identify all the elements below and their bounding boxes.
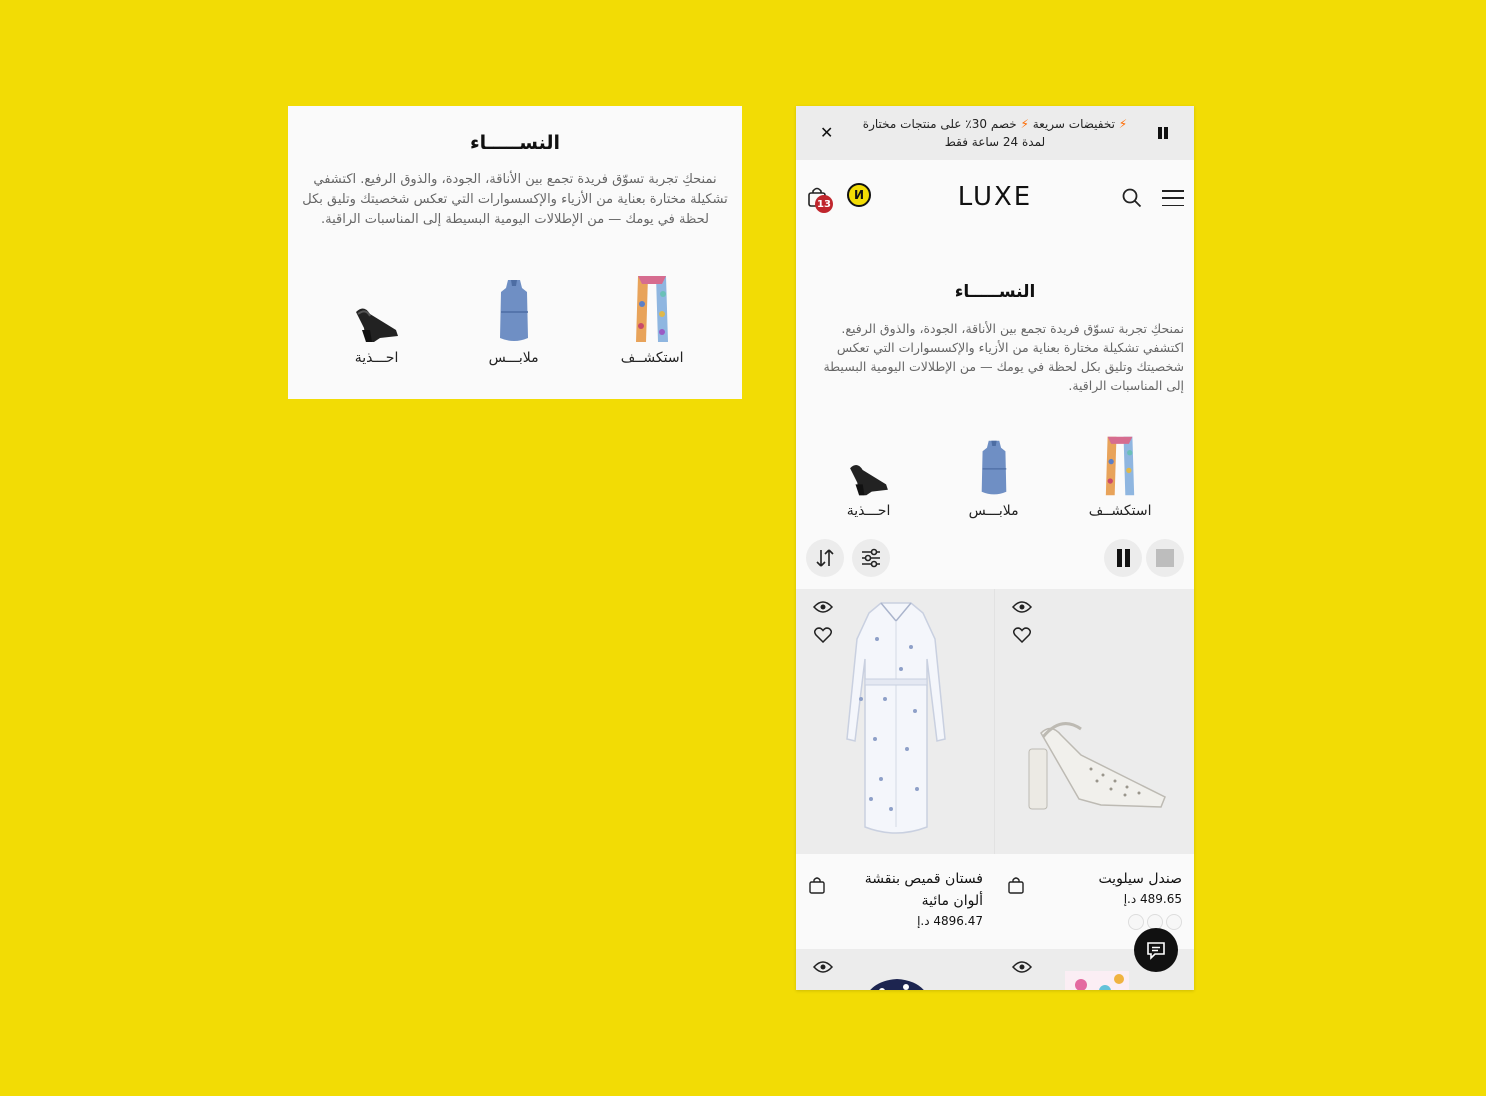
sliders-icon [862, 548, 880, 568]
category-shoes[interactable]: احـــذية [347, 272, 407, 366]
scarf-image [622, 272, 682, 344]
sandal-image [347, 272, 407, 344]
heart-icon[interactable] [813, 627, 833, 647]
lightning-icon: ⚡ [1118, 117, 1128, 131]
category-explore[interactable]: استكشــف [1088, 431, 1152, 519]
category-label: ملابـــس [488, 350, 539, 366]
eye-icon[interactable] [812, 959, 834, 978]
lightning-icon: ⚡ [1020, 117, 1029, 131]
eye-icon[interactable] [1011, 959, 1033, 978]
category-intro-card: النســـــاء نمنحكِ تجربة تسوّق فريدة تجم… [288, 106, 742, 399]
category-label: احـــذية [354, 350, 399, 366]
sort-arrows-icon [816, 549, 834, 567]
category-label: احـــذية [846, 503, 891, 519]
dress-image [484, 272, 544, 344]
heart-icon[interactable] [1012, 627, 1032, 647]
category-explore[interactable]: استكشــف [620, 272, 684, 366]
filter-button[interactable] [852, 539, 890, 577]
grid-view-button[interactable] [1146, 539, 1184, 577]
category-description: نمنحكِ تجربة تسوّق فريدة تجمع بين الأناق… [302, 172, 728, 227]
announcement-line1b: خصم 30٪ على منتجات مختارة [862, 117, 1017, 131]
category-links: استكشــف ملابـــس احـــذية [288, 272, 742, 366]
column-view-button[interactable] [1104, 539, 1142, 577]
category-label: استكشــف [620, 350, 684, 366]
product-image[interactable] [796, 949, 995, 990]
product-price: 4896.47 د.إ [917, 914, 983, 928]
announcement-line2: لمدة 24 ساعة فقط [944, 135, 1046, 149]
category-clothes[interactable]: ملابـــس [484, 272, 544, 366]
page-title: النســـــاء [469, 132, 561, 154]
announcement-text: ⚡ تخفيضات سريعة ⚡ خصم 30٪ على منتجات مخت… [850, 115, 1140, 151]
category-links: استكشــف ملابـــس احـــذية [796, 431, 1194, 519]
scarf-image [1090, 431, 1150, 497]
cart-count-badge: 13 [815, 195, 833, 213]
mobile-page: ⚡ تخفيضات سريعة ⚡ خصم 30٪ على منتجات مخت… [796, 106, 1194, 990]
add-to-bag-icon[interactable] [1007, 876, 1025, 898]
product-name[interactable]: فستان قميص بنقشة ألوان مائية [808, 868, 983, 912]
square-icon [1156, 549, 1174, 567]
category-label: ملابـــس [968, 503, 1019, 519]
category-shoes[interactable]: احـــذية [839, 431, 899, 519]
product-info: فستان قميص بنقشة ألوان مائية 4896.47 د.إ [796, 854, 995, 949]
product-card[interactable] [796, 949, 995, 990]
product-image[interactable] [796, 589, 995, 854]
eye-icon[interactable] [1011, 599, 1033, 618]
dress-image [964, 431, 1024, 497]
brand-mark-icon[interactable]: И [847, 183, 871, 207]
add-to-bag-icon[interactable] [808, 876, 826, 898]
product-image[interactable] [995, 589, 1194, 854]
product-card[interactable]: صندل سيلويت 489.65 د.إ [995, 589, 1194, 949]
product-card[interactable]: فستان قميص بنقشة ألوان مائية 4896.47 د.إ [796, 589, 995, 949]
product-price: 489.65 د.إ [1123, 892, 1182, 906]
category-description: نمنحكِ تجربة تسوّق فريدة تجمع بين الأناق… [823, 321, 1184, 393]
pause-announcement-button[interactable] [1158, 127, 1168, 139]
sandal-image [839, 431, 899, 497]
announcement-line1: تخفيضات سريعة [1032, 117, 1115, 131]
chat-icon [1147, 942, 1165, 960]
sort-button[interactable] [806, 539, 844, 577]
product-grid: فستان قميص بنقشة ألوان مائية 4896.47 د.إ [796, 589, 1194, 990]
color-swatch[interactable] [1166, 914, 1182, 930]
page-title: النســـــاء [954, 282, 1036, 302]
category-clothes[interactable]: ملابـــس [964, 431, 1024, 519]
listing-toolbar [796, 539, 1194, 579]
announcement-bar: ⚡ تخفيضات سريعة ⚡ خصم 30٪ على منتجات مخت… [796, 106, 1194, 160]
eye-icon[interactable] [812, 599, 834, 618]
color-swatch[interactable] [1128, 914, 1144, 930]
product-name[interactable]: صندل سيلويت [1007, 868, 1182, 890]
columns-icon [1116, 549, 1130, 567]
close-icon[interactable]: ✕ [820, 123, 833, 142]
category-label: استكشــف [1088, 503, 1152, 519]
chat-button[interactable] [1134, 928, 1178, 972]
